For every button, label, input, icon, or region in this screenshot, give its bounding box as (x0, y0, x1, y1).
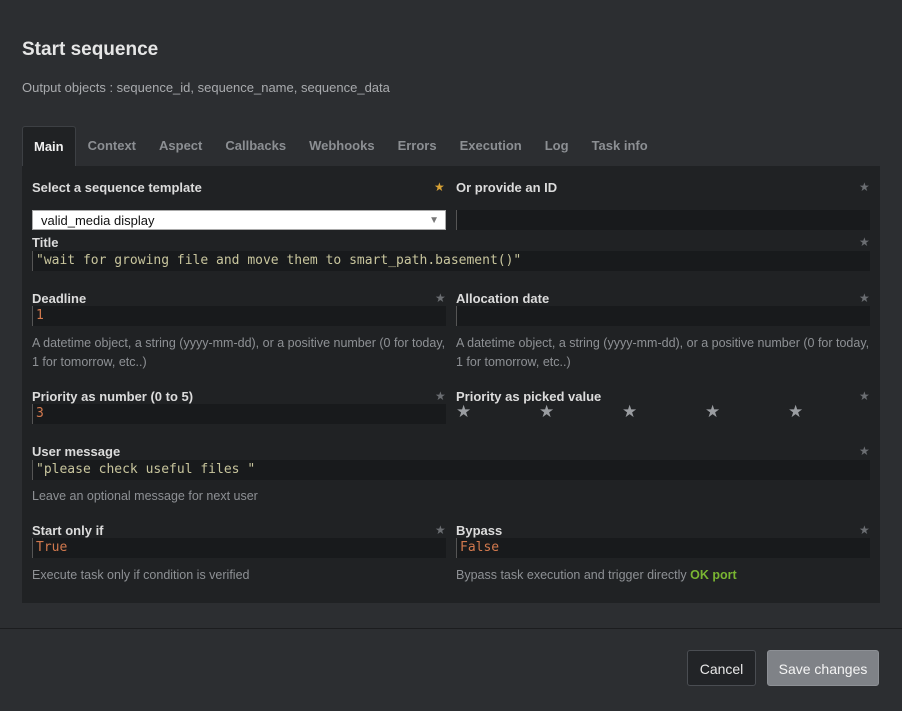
user-message-value: "please check useful files " (36, 462, 256, 477)
deadline-field: Deadline ★ 1 A datetime object, a string… (32, 291, 446, 371)
deadline-help: A datetime object, a string (yyyy-mm-dd)… (32, 336, 446, 369)
tab-log[interactable]: Log (534, 126, 580, 166)
ok-port-highlight: OK port (690, 568, 737, 582)
deadline-label: Deadline (32, 291, 87, 306)
required-star-icon: ★ (434, 180, 445, 194)
bypass-help-text: Bypass task execution and trigger direct… (456, 568, 687, 582)
template-label: Select a sequence template (32, 180, 202, 195)
bypass-value: False (460, 540, 500, 555)
start-only-if-value: True (36, 540, 68, 555)
priority-star-rating: ★ ★ ★ ★ ★ (456, 402, 870, 424)
dialog-title: Start sequence (22, 39, 159, 60)
template-select-value: valid_media display (41, 213, 155, 228)
tab-bar: Main Context Aspect Callbacks Webhooks E… (22, 126, 660, 166)
rating-star-icon[interactable]: ★ (622, 402, 637, 422)
priority-number-label: Priority as number (0 to 5) (32, 389, 194, 404)
star-icon[interactable]: ★ (859, 389, 870, 403)
bypass-label: Bypass (456, 523, 503, 538)
star-icon[interactable]: ★ (859, 444, 870, 458)
tab-errors[interactable]: Errors (387, 126, 448, 166)
user-message-field: User message ★ "please check useful file… (32, 444, 870, 508)
allocation-date-help: A datetime object, a string (yyyy-mm-dd)… (456, 336, 870, 369)
allocation-date-field: Allocation date ★ A datetime object, a s… (456, 291, 870, 371)
start-only-if-input[interactable]: True (32, 538, 446, 558)
bypass-field: Bypass ★ False Bypass task execution and… (456, 523, 870, 587)
priority-number-field: Priority as number (0 to 5) ★ 3 (32, 389, 446, 429)
deadline-input[interactable]: 1 (32, 306, 446, 326)
dialog-subtitle: Output objects : sequence_id, sequence_n… (22, 80, 390, 95)
allocation-date-input[interactable] (456, 306, 870, 326)
star-icon[interactable]: ★ (435, 523, 446, 537)
template-select[interactable]: valid_media display ▼ (32, 210, 446, 230)
tab-callbacks[interactable]: Callbacks (214, 126, 297, 166)
tab-execution[interactable]: Execution (449, 126, 533, 166)
tab-task-info[interactable]: Task info (581, 126, 659, 166)
title-label: Title (32, 235, 59, 250)
main-tab-panel: Select a sequence template ★ valid_media… (22, 166, 880, 603)
rating-star-icon[interactable]: ★ (456, 402, 471, 422)
star-icon[interactable]: ★ (859, 291, 870, 305)
deadline-value: 1 (36, 308, 44, 323)
cancel-button[interactable]: Cancel (687, 650, 756, 686)
tab-aspect[interactable]: Aspect (148, 126, 213, 166)
provide-id-field: Or provide an ID ★ (456, 180, 870, 232)
start-only-if-help: Execute task only if condition is verifi… (32, 568, 250, 582)
user-message-help: Leave an optional message for next user (32, 489, 258, 503)
star-icon[interactable]: ★ (859, 235, 870, 249)
footer-divider (0, 628, 902, 629)
tab-context[interactable]: Context (77, 126, 147, 166)
chevron-down-icon: ▼ (429, 215, 439, 226)
start-sequence-dialog: Start sequence Output objects : sequence… (0, 0, 902, 711)
bypass-help: Bypass task execution and trigger direct… (456, 566, 870, 585)
save-changes-button[interactable]: Save changes (767, 650, 879, 686)
priority-number-value: 3 (36, 406, 44, 421)
tab-main[interactable]: Main (22, 126, 76, 166)
title-value: "wait for growing file and move them to … (36, 253, 522, 268)
star-icon[interactable]: ★ (859, 180, 870, 194)
priority-picked-field: Priority as picked value ★ ★ ★ ★ ★ ★ (456, 389, 870, 429)
star-icon[interactable]: ★ (435, 291, 446, 305)
rating-star-icon[interactable]: ★ (705, 402, 720, 422)
provide-id-input[interactable] (456, 210, 870, 230)
star-icon[interactable]: ★ (859, 523, 870, 537)
priority-number-input[interactable]: 3 (32, 404, 446, 424)
rating-star-icon[interactable]: ★ (539, 402, 554, 422)
allocation-date-label: Allocation date (456, 291, 550, 306)
bypass-input[interactable]: False (456, 538, 870, 558)
star-icon[interactable]: ★ (435, 389, 446, 403)
user-message-label: User message (32, 444, 121, 459)
title-field: Title ★ "wait for growing file and move … (32, 235, 870, 275)
template-field: Select a sequence template ★ valid_media… (32, 180, 446, 232)
user-message-input[interactable]: "please check useful files " (32, 460, 870, 480)
provide-id-label: Or provide an ID (456, 180, 558, 195)
rating-star-icon[interactable]: ★ (788, 402, 803, 422)
tab-webhooks[interactable]: Webhooks (298, 126, 386, 166)
start-only-if-field: Start only if ★ True Execute task only i… (32, 523, 446, 587)
start-only-if-label: Start only if (32, 523, 104, 538)
title-input[interactable]: "wait for growing file and move them to … (32, 251, 870, 271)
